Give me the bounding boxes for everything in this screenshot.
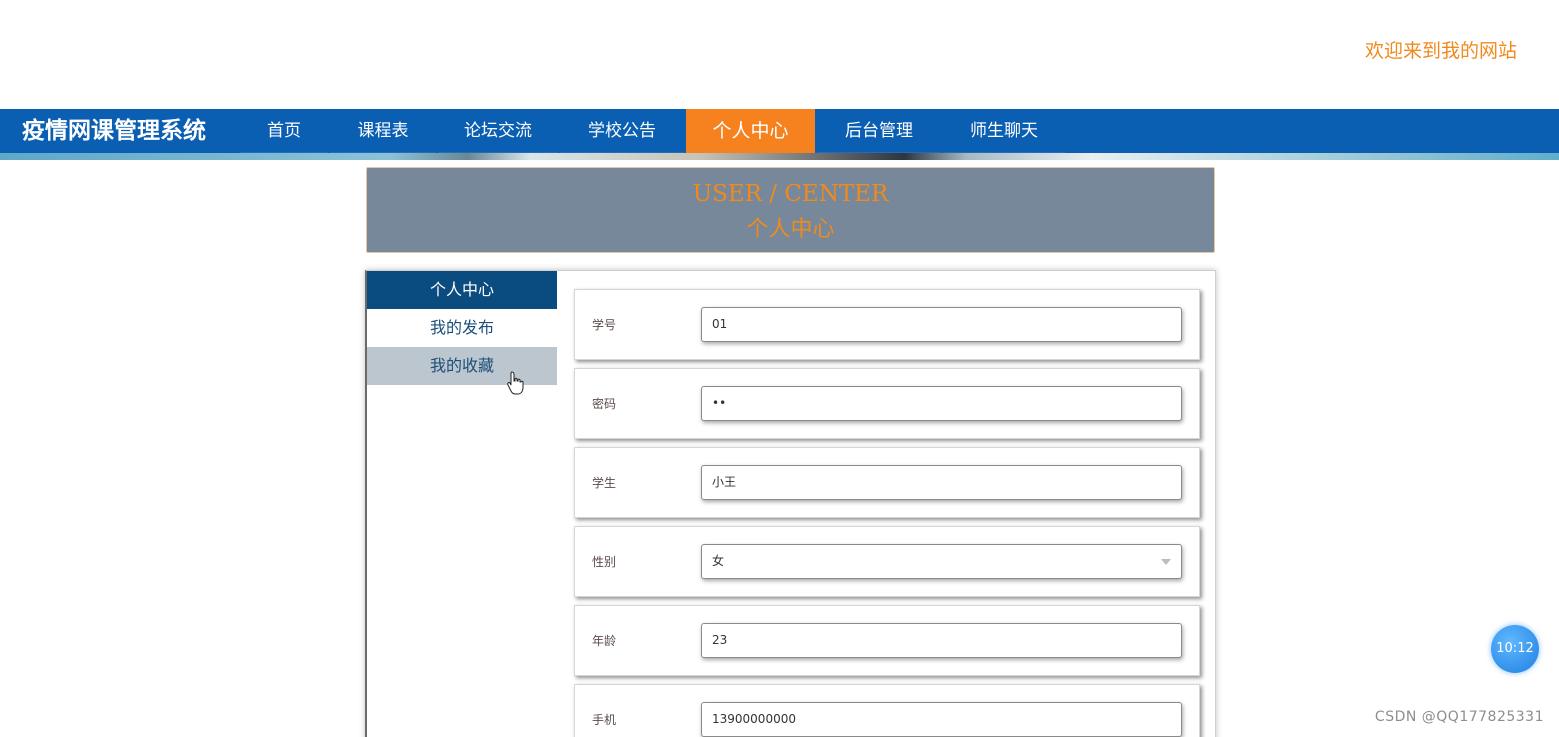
page: 欢迎来到我的网站 疫情网课管理系统 首页 课程表 论坛交流 学校公告 个人中心 … — [0, 0, 1559, 737]
form-row-password: 密码 •• — [574, 368, 1200, 439]
nav-item-chat[interactable]: 师生聊天 — [943, 109, 1065, 154]
age-label: 年龄 — [592, 634, 617, 648]
top-navbar: 疫情网课管理系统 首页 课程表 论坛交流 学校公告 个人中心 后台管理 师生聊天 — [0, 109, 1559, 154]
nav-item-admin[interactable]: 后台管理 — [817, 109, 941, 154]
gender-select-value: 女 — [712, 554, 725, 568]
nav-item-schedule[interactable]: 课程表 — [330, 109, 436, 154]
student-id-input[interactable]: 01 — [701, 307, 1182, 342]
section-title-en: USER / CENTER — [692, 181, 889, 207]
welcome-text: 欢迎来到我的网站 — [1364, 40, 1517, 62]
clock-widget[interactable]: 10:12 — [1491, 625, 1539, 673]
gender-select[interactable]: 女 — [701, 544, 1182, 579]
age-input[interactable]: 23 — [701, 623, 1182, 658]
phone-label: 手机 — [592, 713, 617, 727]
gender-label: 性别 — [592, 555, 617, 569]
student-name-label: 学生 — [592, 476, 617, 490]
user-center-panel: 个人中心 我的发布 我的收藏 学号 01 密码 •• 学生 小王 性别 女 年龄… — [365, 270, 1216, 737]
nav-item-forum[interactable]: 论坛交流 — [438, 109, 558, 154]
form-row-phone: 手机 13900000000 — [574, 684, 1200, 737]
profile-form: 学号 01 密码 •• 学生 小王 性别 女 年龄 23 手机 13900000… — [574, 289, 1200, 737]
section-title-banner: USER / CENTER 个人中心 — [366, 167, 1215, 253]
form-row-student-id: 学号 01 — [574, 289, 1200, 360]
user-sidebar: 个人中心 我的发布 我的收藏 — [367, 271, 557, 385]
form-row-age: 年龄 23 — [574, 605, 1200, 676]
password-label: 密码 — [592, 397, 617, 411]
sidebar-item-my-posts[interactable]: 我的发布 — [367, 309, 557, 347]
student-id-label: 学号 — [592, 318, 617, 332]
site-brand[interactable]: 疫情网课管理系统 — [22, 109, 206, 154]
sidebar-item-user-center[interactable]: 个人中心 — [367, 271, 557, 309]
sidebar-item-my-favorites[interactable]: 我的收藏 — [367, 347, 557, 385]
form-row-gender: 性别 女 — [574, 526, 1200, 597]
section-title-cn: 个人中心 — [746, 217, 835, 242]
hand-pointer-cursor-icon — [507, 371, 524, 395]
nav-item-user-center[interactable]: 个人中心 — [686, 109, 815, 154]
watermark-text: CSDN @QQ177825331 — [1374, 709, 1544, 725]
form-row-student-name: 学生 小王 — [574, 447, 1200, 518]
nav-item-notice[interactable]: 学校公告 — [560, 109, 684, 154]
nav-item-home[interactable]: 首页 — [240, 109, 328, 154]
password-input[interactable]: •• — [701, 386, 1182, 421]
student-name-input[interactable]: 小王 — [701, 465, 1182, 500]
banner-image-strip — [0, 153, 1559, 160]
phone-input[interactable]: 13900000000 — [701, 702, 1182, 737]
chevron-down-icon — [1161, 559, 1171, 565]
